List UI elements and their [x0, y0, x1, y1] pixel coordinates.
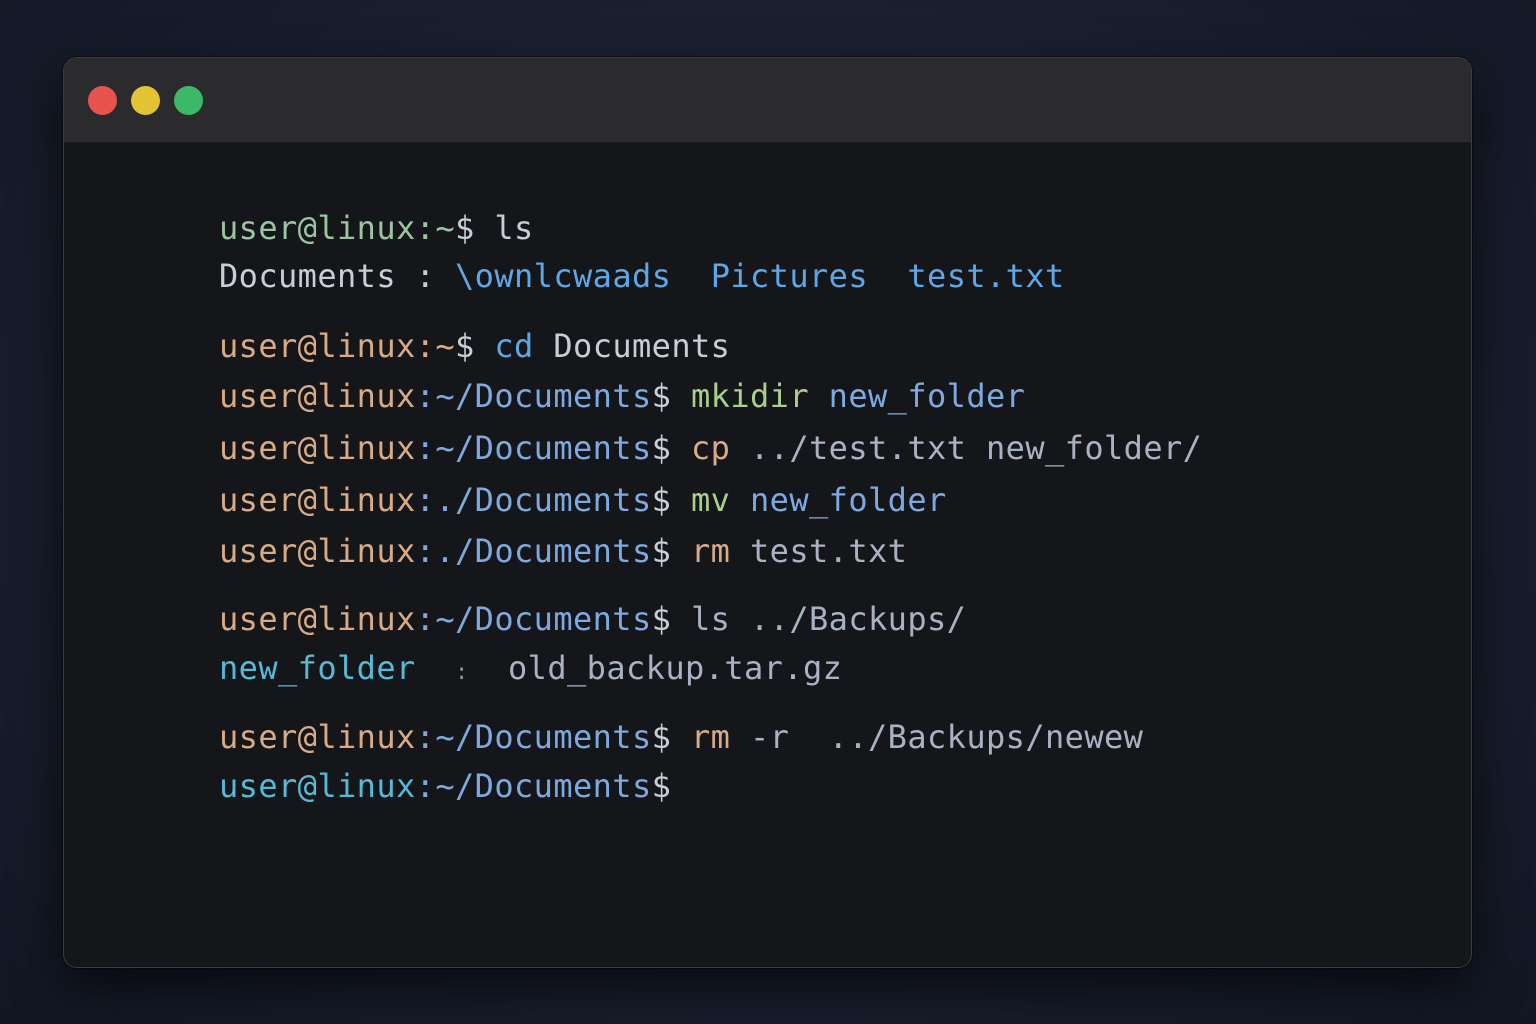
- minimize-window-button[interactable]: [131, 86, 160, 115]
- terminal-line: user@linux:~$ ls: [101, 168, 534, 247]
- output-item: Pictures: [710, 257, 869, 295]
- terminal-line: user@linux:~$ cd Documents: [101, 286, 730, 365]
- command-output-line: new_folder : old_backup.tar.gz: [101, 608, 842, 687]
- output-item: test.txt: [907, 257, 1065, 295]
- prompt-path: :~/Documents: [415, 767, 652, 805]
- command-args: -r ../Backups/newew: [750, 718, 1144, 756]
- terminal-line: user@linux:./Documents$ rm test.txt: [101, 491, 907, 570]
- zoom-window-button[interactable]: [174, 86, 203, 115]
- close-window-button[interactable]: [88, 86, 117, 115]
- terminal-line[interactable]: user@linux:~/Documents$: [101, 726, 671, 805]
- window-titlebar[interactable]: [64, 58, 1471, 143]
- command-output-line: Documents : \ownlcwaads Pictures test.tx…: [101, 216, 1065, 295]
- command-name: rm: [691, 718, 731, 756]
- terminal-line: user@linux:~/Documents$ cp ../test.txt n…: [101, 388, 1202, 467]
- terminal-line: user@linux:~/Documents$ rm -r ../Backups…: [101, 677, 1143, 756]
- terminal-output[interactable]: user@linux:~$ ls Documents : \ownlcwaads…: [64, 143, 1471, 967]
- terminal-window: user@linux:~$ ls Documents : \ownlcwaads…: [63, 57, 1472, 968]
- terminal-line: user@linux:~/Documents$ ls ../Backups/: [101, 559, 966, 638]
- terminal-line: user@linux:./Documents$ mv new_folder: [101, 440, 947, 519]
- terminal-line: user@linux:~/Documents$ mkidir new_folde…: [101, 336, 1025, 415]
- prompt-symbol: $: [651, 767, 672, 805]
- prompt-user: user@linux: [219, 767, 416, 805]
